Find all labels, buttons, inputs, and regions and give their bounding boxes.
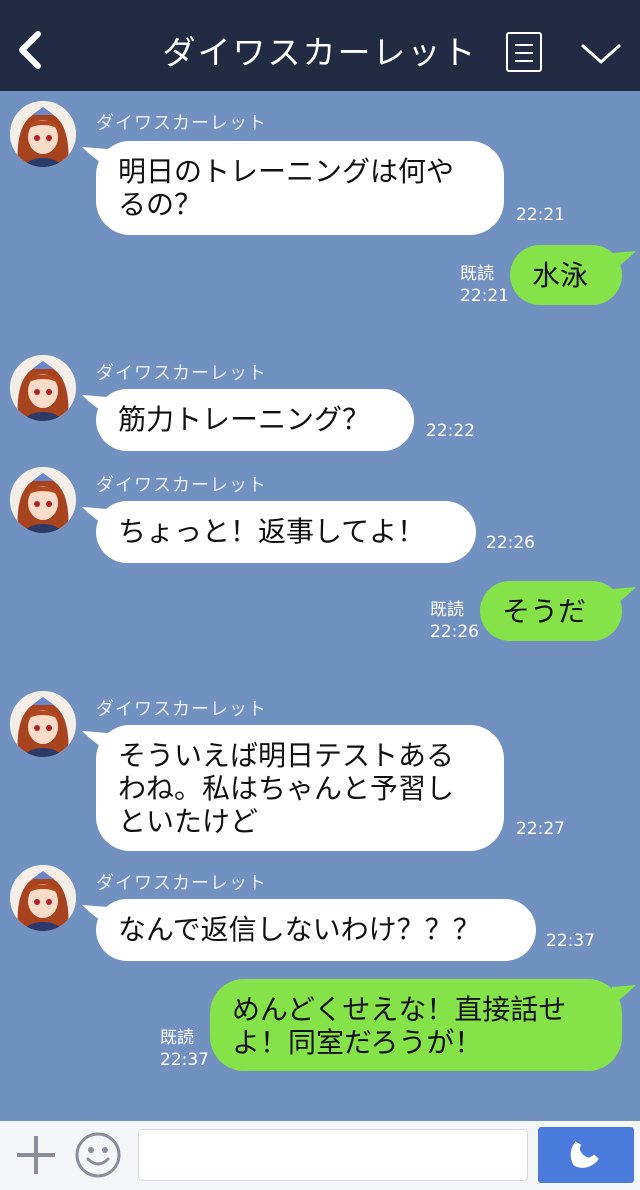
bubble-tail — [612, 985, 636, 1005]
sender-name: ダイワスカーレット — [96, 699, 267, 720]
chat-area[interactable]: ダイワスカーレット 明日のトレーニングは何や るの？ 22:21 既読 22:2… — [0, 91, 640, 1121]
message-bubble[interactable]: そういえば明日テストある わね。私はちゃんと予習し といたけど — [96, 725, 504, 851]
message-time: 22:27 — [516, 819, 565, 839]
call-button[interactable] — [538, 1127, 634, 1183]
sender-name: ダイワスカーレット — [96, 113, 267, 134]
avatar[interactable] — [10, 691, 76, 757]
read-receipt: 既読 22:21 — [460, 264, 509, 306]
avatar[interactable] — [10, 101, 76, 167]
message-time: 22:22 — [426, 421, 475, 441]
message-bubble[interactable]: なんで返信しないわけ？？？ — [96, 899, 536, 961]
chat-header: ダイワスカーレット — [0, 0, 640, 91]
message-time: 22:37 — [546, 931, 595, 951]
sender-name: ダイワスカーレット — [96, 873, 267, 894]
menu-icon[interactable] — [506, 32, 542, 72]
avatar[interactable] — [10, 467, 76, 533]
sender-name: ダイワスカーレット — [96, 475, 267, 496]
message-bubble[interactable]: 水泳 — [510, 245, 622, 305]
message-time: 22:21 — [516, 205, 565, 225]
message-bubble[interactable]: ちょっと！返事してよ！ — [96, 501, 476, 563]
back-icon[interactable] — [14, 30, 46, 70]
message-bubble[interactable]: 明日のトレーニングは何や るの？ — [96, 141, 504, 235]
chevron-down-icon[interactable] — [580, 42, 622, 66]
message-bubble[interactable]: 筋力トレーニング？ — [96, 389, 414, 451]
read-receipt: 既読 22:37 — [160, 1028, 209, 1070]
read-receipt: 既読 22:26 — [430, 600, 479, 642]
smile-icon[interactable] — [74, 1131, 122, 1179]
bubble-tail — [612, 587, 636, 607]
plus-icon[interactable] — [14, 1133, 58, 1177]
message-input-bar — [0, 1121, 640, 1190]
message-time: 22:26 — [486, 533, 535, 553]
avatar[interactable] — [10, 865, 76, 931]
message-bubble[interactable]: めんどくせえな！直接話せ よ！同室だろうが！ — [210, 979, 622, 1071]
chat-title: ダイワスカーレット — [162, 33, 478, 72]
bubble-tail — [612, 251, 636, 271]
phone-icon — [570, 1141, 599, 1168]
avatar[interactable] — [10, 355, 76, 421]
sender-name: ダイワスカーレット — [96, 363, 267, 384]
message-input[interactable] — [138, 1129, 528, 1181]
message-bubble[interactable]: そうだ — [480, 581, 622, 641]
